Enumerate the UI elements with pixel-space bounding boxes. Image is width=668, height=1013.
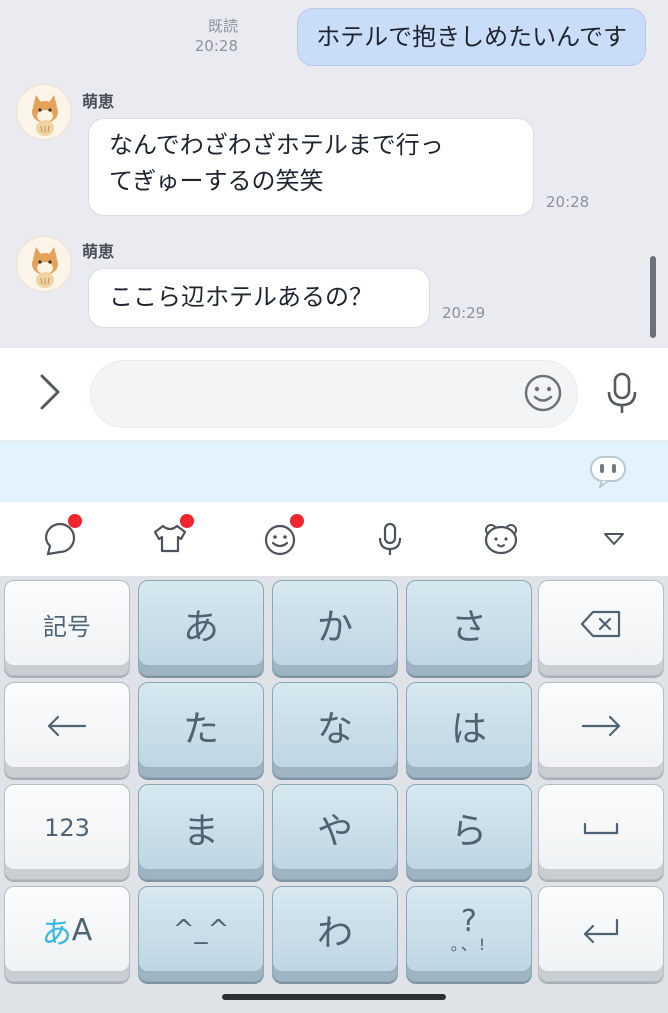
key-ka[interactable]: か [272, 580, 398, 676]
sender-name: 萌恵 [82, 242, 115, 261]
chat-area[interactable]: 既読 20:28 ホテルで抱きしめたいんです 萌恵 なんでわざわざホテルまで行っ… [0, 0, 668, 348]
key-ta[interactable]: た [138, 682, 264, 778]
space-icon [583, 822, 619, 835]
mic-icon [378, 522, 402, 555]
mic-icon [607, 372, 637, 413]
key-ra[interactable]: ら [406, 784, 532, 880]
number-mode-key[interactable]: 123 [4, 784, 130, 880]
emoji-button[interactable] [522, 372, 564, 414]
chat-bubble-button[interactable] [40, 514, 82, 558]
bear-face-icon [484, 524, 518, 555]
suggestion-bar [0, 442, 668, 502]
home-indicator[interactable] [222, 994, 446, 1000]
triangle-down-icon [604, 533, 624, 545]
outgoing-message[interactable]: ホテルで抱きしめたいんです [297, 8, 646, 66]
incoming-message[interactable]: なんでわざわざホテルまで行っ てぎゅーするの笑笑 [88, 118, 534, 216]
punct-bottom-label: 。、! [450, 935, 488, 954]
key-ha[interactable]: は [406, 682, 532, 778]
key-a[interactable]: あ [138, 580, 264, 676]
message-line: ここら辺ホテルあるの？ [109, 283, 373, 311]
input-mode-key[interactable]: あ A [4, 886, 130, 982]
outgoing-meta: 既読 20:28 [195, 16, 238, 56]
message-line: てぎゅーするの笑笑 [109, 167, 324, 195]
enter-key[interactable] [538, 886, 664, 982]
arrow-right-icon [581, 715, 621, 737]
scrollbar[interactable] [650, 256, 656, 338]
keyboard-toolbar [0, 502, 668, 576]
cursor-left-key[interactable] [4, 682, 130, 778]
message-input-bar [0, 348, 668, 440]
sender-name: 萌恵 [82, 92, 115, 111]
read-receipt: 既読 [207, 17, 238, 35]
mode-label-alpha: A [71, 912, 93, 948]
smiley-icon [524, 374, 562, 412]
message-input[interactable] [90, 360, 578, 428]
avatar[interactable] [16, 84, 72, 140]
key-ya[interactable]: や [272, 784, 398, 880]
punctuation-key[interactable]: ? 。、! [406, 886, 532, 982]
key-ma[interactable]: ま [138, 784, 264, 880]
mode-label-kana: あ [41, 916, 72, 951]
robot-face-icon [590, 456, 626, 490]
theme-button[interactable] [150, 514, 194, 558]
chevron-right-icon [40, 374, 60, 410]
notification-dot [68, 514, 82, 528]
shiba-avatar-icon [17, 237, 71, 291]
key-sa[interactable]: さ [406, 580, 532, 676]
backspace-key[interactable] [538, 580, 664, 676]
message-time: 20:28 [194, 37, 238, 55]
emoticon-key[interactable]: ^_^ [138, 886, 264, 982]
notification-dot [180, 514, 194, 528]
backspace-icon [580, 610, 621, 638]
return-icon [583, 918, 619, 944]
message-time: 20:29 [442, 304, 486, 322]
arrow-left-icon [47, 715, 87, 737]
notification-dot [290, 514, 304, 528]
space-key[interactable] [538, 784, 664, 880]
key-na[interactable]: な [272, 682, 398, 778]
voice-keyboard-button[interactable] [370, 518, 410, 558]
hide-keyboard-button[interactable] [594, 518, 634, 558]
symbol-key[interactable]: 記号 [4, 580, 130, 676]
punct-top-label: ? [461, 904, 477, 939]
expand-button[interactable] [30, 370, 70, 414]
shiba-avatar-icon [17, 85, 71, 139]
cursor-right-key[interactable] [538, 682, 664, 778]
incoming-message[interactable]: ここら辺ホテルあるの？ [88, 268, 430, 328]
flick-keyboard: 記号 あ か さ た な は 123 ま や ら あ A ^_^ わ ? 。、! [0, 576, 668, 1013]
voice-input-button[interactable] [602, 370, 642, 416]
emoji-panel-button[interactable] [260, 514, 304, 558]
key-wa[interactable]: わ [272, 886, 398, 982]
message-line: なんでわざわざホテルまで行っ [109, 131, 444, 159]
sticker-suggest-button[interactable] [588, 454, 628, 490]
sticker-button[interactable] [481, 518, 521, 558]
avatar[interactable] [16, 236, 72, 292]
message-time: 20:28 [546, 193, 590, 211]
